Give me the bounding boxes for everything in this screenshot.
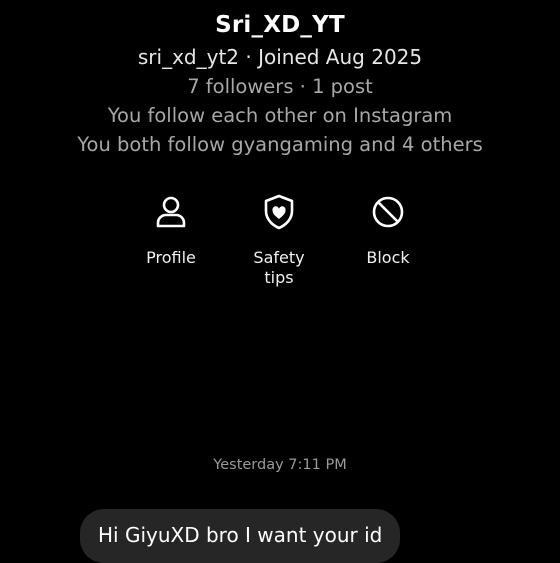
- person-icon: [156, 196, 186, 228]
- handle-joined-text: sri_xd_yt2 · Joined Aug 2025: [137, 45, 423, 69]
- mutual-friends-text: You both follow gyangaming and 4 others: [77, 133, 483, 156]
- safety-tips-button[interactable]: Safety tips: [229, 192, 329, 288]
- incoming-message-bubble[interactable]: Hi GiyuXD bro I want your id: [80, 509, 401, 563]
- block-button[interactable]: Block: [338, 192, 438, 268]
- block-label: Block: [366, 248, 410, 267]
- shield-heart-icon: [264, 194, 294, 230]
- display-name: Sri_XD_YT: [215, 12, 345, 38]
- safety-tips-label: Safety tips: [253, 248, 305, 287]
- profile-actions: Profile Safety tips Block: [0, 192, 560, 302]
- mutual-follow-text: You follow each other on Instagram: [107, 104, 453, 127]
- block-icon: [372, 196, 404, 228]
- follower-stats: 7 followers · 1 post: [187, 75, 373, 98]
- profile-label: Profile: [146, 248, 196, 267]
- profile-header: Sri_XD_YT sri_xd_yt2 · Joined Aug 2025 7…: [0, 8, 560, 159]
- profile-button[interactable]: Profile: [121, 192, 221, 268]
- message-timestamp: Yesterday 7:11 PM: [213, 457, 347, 473]
